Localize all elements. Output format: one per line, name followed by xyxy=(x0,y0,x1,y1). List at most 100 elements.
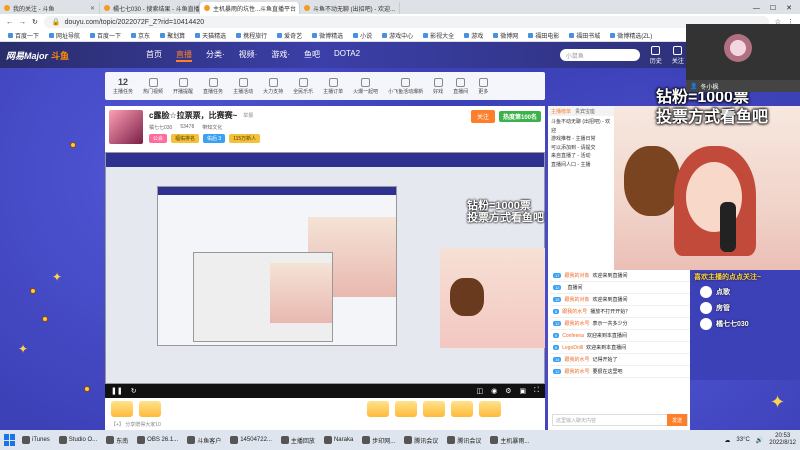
bookmark[interactable]: 网址导航 xyxy=(49,31,80,40)
nav-live[interactable]: 直播 xyxy=(176,49,192,62)
volume-icon[interactable]: ◉ xyxy=(491,387,497,395)
pause-icon[interactable]: ❚❚ xyxy=(111,387,123,395)
browser-tab-1[interactable]: 我的关注 - 斗鱼 ✕ xyxy=(0,2,100,14)
cat-item[interactable]: 全民乐乐 xyxy=(293,77,313,95)
chat-message[interactable]: 12 跟我的水号 表示一共多少分 xyxy=(550,318,690,330)
bookmark[interactable]: 携程旅行 xyxy=(236,31,267,40)
bookmark[interactable]: 聚划算 xyxy=(160,31,185,40)
nav-yuba[interactable]: 鱼吧 xyxy=(304,49,320,62)
bookmark[interactable]: 爱奇艺 xyxy=(277,31,302,40)
danmaku-icon[interactable]: ◫ xyxy=(476,387,483,395)
gift-item[interactable] xyxy=(111,401,133,417)
chat-message[interactable]: 14 跟我的水号 记得开始了 xyxy=(550,354,690,366)
bookmark[interactable]: 影视大全 xyxy=(423,31,454,40)
user-name[interactable]: 跟我的水号 xyxy=(562,308,587,315)
bookmark[interactable]: 福田电影 xyxy=(528,31,559,40)
gift-item[interactable] xyxy=(139,401,161,417)
weather-icon[interactable]: ☁ xyxy=(724,437,730,444)
gift-item[interactable] xyxy=(395,401,417,417)
user-name[interactable]: 跟我的对象 xyxy=(564,296,589,303)
browser-tab-3[interactable]: 主机暴雨的坑性...斗鱼直播平台✕ xyxy=(200,2,300,14)
url-input[interactable]: 🔒 douyu.com/topic/2022072F_Z?rid=1041442… xyxy=(43,16,769,28)
browser-tab-4[interactable]: 斗鱼不动无聊 (出招吧) - 欢迎...✕ xyxy=(300,2,400,14)
taskbar-app[interactable]: 腾讯会议 xyxy=(444,432,484,448)
bookmark[interactable]: 小说 xyxy=(353,31,372,40)
chat-message[interactable]: 8 LegoDolll 欢迎来到本直播间 xyxy=(550,342,690,354)
taskbar-app[interactable]: Naraka xyxy=(321,432,356,448)
minimize-icon[interactable]: — xyxy=(753,5,760,12)
bookmark[interactable]: 游戏中心 xyxy=(382,31,413,40)
taskbar-app[interactable]: 主播回放 xyxy=(278,432,318,448)
back-icon[interactable]: ← xyxy=(6,19,13,26)
bookmark[interactable]: 京东 xyxy=(131,31,150,40)
badge[interactable]: 公会 xyxy=(149,134,168,143)
close-window-icon[interactable]: ✕ xyxy=(786,4,792,12)
user-name[interactable]: 跟我的水号 xyxy=(564,356,589,363)
bookmark[interactable]: 游戏 xyxy=(464,31,483,40)
settings-icon[interactable]: ⚙ xyxy=(505,387,511,395)
chat-message[interactable]: 9 Confeena 欢迎来到本直播间 xyxy=(550,330,690,342)
cat-item[interactable]: 更多 xyxy=(478,77,488,95)
report-link[interactable]: 举报 xyxy=(243,112,253,119)
browser-tab-2[interactable]: 橘七七030 - 搜索结果 - 斗鱼直播✕ xyxy=(100,2,200,14)
search-input[interactable]: 小鼠鱼 xyxy=(559,49,640,61)
cat-item[interactable]: 大力支持 xyxy=(263,77,283,95)
taskbar-app[interactable]: 步印网... xyxy=(359,432,398,448)
taskbar-app[interactable]: 腾讯会议 xyxy=(401,432,441,448)
volume-icon[interactable]: 🔊 xyxy=(756,437,763,444)
gift-item[interactable] xyxy=(423,401,445,417)
cat-item[interactable]: 热门视频 xyxy=(143,77,163,95)
guild-name[interactable]: 带知文化 xyxy=(202,124,222,131)
follow-button[interactable]: 关注 xyxy=(470,110,495,123)
nav-history[interactable]: 历史 xyxy=(650,45,662,65)
user-name[interactable]: 跟我的对象 xyxy=(564,272,589,279)
taskbar-app[interactable]: 14504722... xyxy=(227,432,275,448)
gift-item[interactable] xyxy=(451,401,473,417)
nav-category[interactable]: 分类· xyxy=(206,49,225,62)
cat-item[interactable]: 直播间 xyxy=(453,77,468,95)
send-button[interactable]: 发送 xyxy=(667,414,687,426)
cat-item[interactable]: 开播提醒 xyxy=(173,77,193,95)
nav-dota2[interactable]: DOTA2 xyxy=(334,49,360,62)
reload-icon[interactable]: ↻ xyxy=(32,18,38,26)
chat-message[interactable]: 12 跟我的水号 要很在这里吧 xyxy=(550,366,690,378)
user-name[interactable]: 跟我的水号 xyxy=(564,368,589,375)
nav-home[interactable]: 首页 xyxy=(146,49,162,62)
pip-icon[interactable]: ▣ xyxy=(519,387,526,395)
cat-item[interactable]: 直播任务 xyxy=(203,77,223,95)
cat-item[interactable]: 火爆一起吧 xyxy=(353,77,378,95)
nav-follow[interactable]: 关注 xyxy=(672,45,684,65)
bookmark[interactable]: 天猫精选 xyxy=(195,31,226,40)
taskbar-app[interactable]: Studio O... xyxy=(56,432,100,448)
bookmark[interactable]: 福田书城 xyxy=(569,31,600,40)
badge[interactable]: 福佑排名 xyxy=(171,134,200,143)
user-name[interactable]: LegoDolll xyxy=(562,345,583,351)
bookmark[interactable]: 微博精选 xyxy=(312,31,343,40)
user-name[interactable]: 跟我的水号 xyxy=(564,320,589,327)
cat-item[interactable]: 好戏 xyxy=(433,77,443,95)
chat-message[interactable]: 17 跟我的对象 欢迎来到直播间 xyxy=(550,270,690,282)
site-logo[interactable]: 网易Major 斗鱼 xyxy=(6,45,86,65)
maximize-icon[interactable]: ☐ xyxy=(770,4,776,12)
bookmark[interactable]: 百度一下 xyxy=(90,31,121,40)
windows-start-icon[interactable] xyxy=(4,434,16,446)
refresh-icon[interactable]: ↻ xyxy=(131,387,137,395)
video-player[interactable]: 钻粉=1000票 投票方式看鱼吧 ❚❚ ↻ ◫ ◉ ⚙ ▣ ⛶ xyxy=(105,152,545,398)
streamer-name[interactable]: 橘七七030 xyxy=(149,124,172,131)
cat-item[interactable]: 主播活动 xyxy=(233,77,253,95)
fullscreen-icon[interactable]: ⛶ xyxy=(534,387,539,395)
taskbar-app[interactable]: OBS 26.1... xyxy=(134,432,181,448)
taskbar-app[interactable]: 主机暴雨... xyxy=(487,432,532,448)
chat-input[interactable]: 这里输入聊天内容 发送 xyxy=(552,414,688,426)
user-name[interactable]: Confeena xyxy=(562,333,584,339)
chat-message[interactable]: 8 跟我的水号 播放不打开开始？ xyxy=(550,306,690,318)
gift-item[interactable] xyxy=(367,401,389,417)
bookmark[interactable]: 微博网 xyxy=(493,31,518,40)
close-icon[interactable]: ✕ xyxy=(90,5,95,12)
bookmark[interactable]: 百度一下 xyxy=(8,31,39,40)
system-clock[interactable]: 20:53 2022/8/12 xyxy=(769,433,796,446)
share-note[interactable]: 【+】 分享赠得大家10 xyxy=(111,421,161,428)
chat-message[interactable]: 12 直播间 xyxy=(550,282,690,294)
tab-rank[interactable]: 主播榜单 xyxy=(551,108,571,115)
chat-message[interactable]: 16 跟我的对象 欢迎来到直播间 xyxy=(550,294,690,306)
